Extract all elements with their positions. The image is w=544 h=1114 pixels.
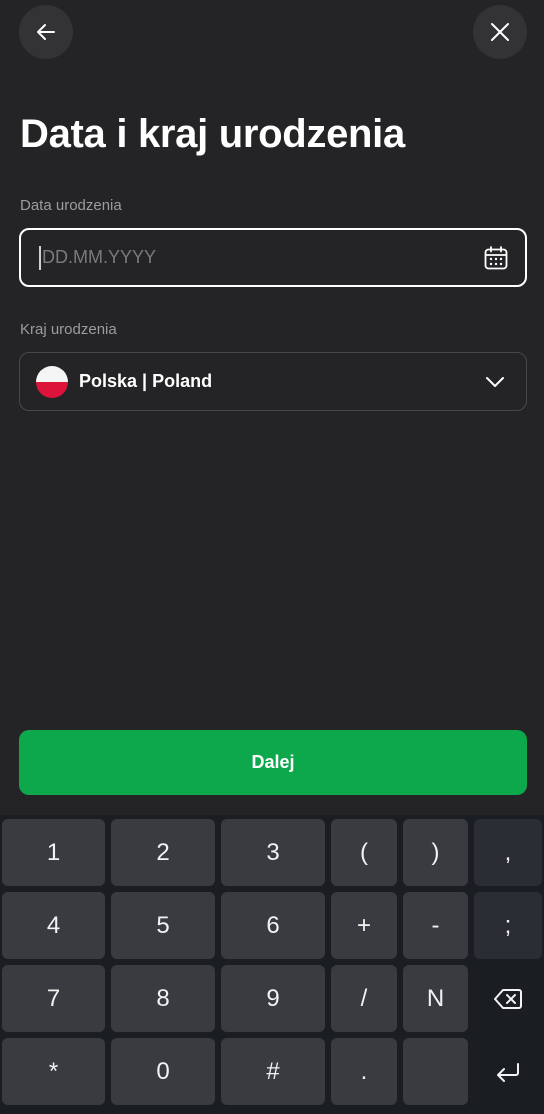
- key-6[interactable]: 6: [221, 892, 325, 959]
- key-slash[interactable]: /: [331, 965, 397, 1032]
- calendar-icon[interactable]: [483, 245, 509, 271]
- key-0[interactable]: 0: [111, 1038, 215, 1105]
- key-asterisk[interactable]: *: [2, 1038, 105, 1105]
- numeric-keyboard: 1 2 3 ( ) , 4 5 6 + - ; 7 8 9 / N * 0 # …: [0, 815, 544, 1114]
- key-open-paren[interactable]: (: [331, 819, 397, 886]
- key-plus[interactable]: +: [331, 892, 397, 959]
- poland-flag-icon: [36, 365, 68, 398]
- key-comma[interactable]: ,: [474, 819, 542, 886]
- backspace-key[interactable]: [474, 965, 542, 1032]
- birth-date-input[interactable]: [42, 247, 483, 268]
- key-8[interactable]: 8: [111, 965, 215, 1032]
- key-2[interactable]: 2: [111, 819, 215, 886]
- key-space[interactable]: [403, 1038, 468, 1105]
- key-n[interactable]: N: [403, 965, 468, 1032]
- enter-icon: [497, 1062, 519, 1082]
- arrow-left-icon: [37, 24, 55, 40]
- enter-key[interactable]: [474, 1038, 542, 1105]
- key-close-paren[interactable]: ): [403, 819, 468, 886]
- backspace-icon: [494, 988, 522, 1009]
- birth-date-field[interactable]: [19, 228, 527, 287]
- next-button[interactable]: Dalej: [19, 730, 527, 795]
- key-5[interactable]: 5: [111, 892, 215, 959]
- key-minus[interactable]: -: [403, 892, 468, 959]
- selected-country: Polska | Poland: [79, 371, 213, 391]
- close-button[interactable]: [473, 5, 527, 59]
- page-title: Data i kraj urodzenia: [20, 112, 405, 156]
- key-4[interactable]: 4: [2, 892, 105, 959]
- text-cursor: [39, 245, 41, 270]
- birth-date-label: Data urodzenia: [20, 197, 122, 214]
- key-1[interactable]: 1: [2, 819, 105, 886]
- key-semicolon[interactable]: ;: [474, 892, 542, 959]
- birth-country-select[interactable]: Polska | Poland: [19, 352, 527, 411]
- birth-country-label: Kraj urodzenia: [20, 321, 117, 338]
- key-hash[interactable]: #: [221, 1038, 325, 1105]
- back-button[interactable]: [19, 5, 73, 59]
- chevron-down-icon: [486, 376, 504, 387]
- birth-date-country-screen: Data i kraj urodzenia Data urodzenia Kra…: [0, 0, 544, 1114]
- key-period[interactable]: .: [331, 1038, 397, 1105]
- key-7[interactable]: 7: [2, 965, 105, 1032]
- close-icon: [491, 23, 509, 41]
- key-3[interactable]: 3: [221, 819, 325, 886]
- key-9[interactable]: 9: [221, 965, 325, 1032]
